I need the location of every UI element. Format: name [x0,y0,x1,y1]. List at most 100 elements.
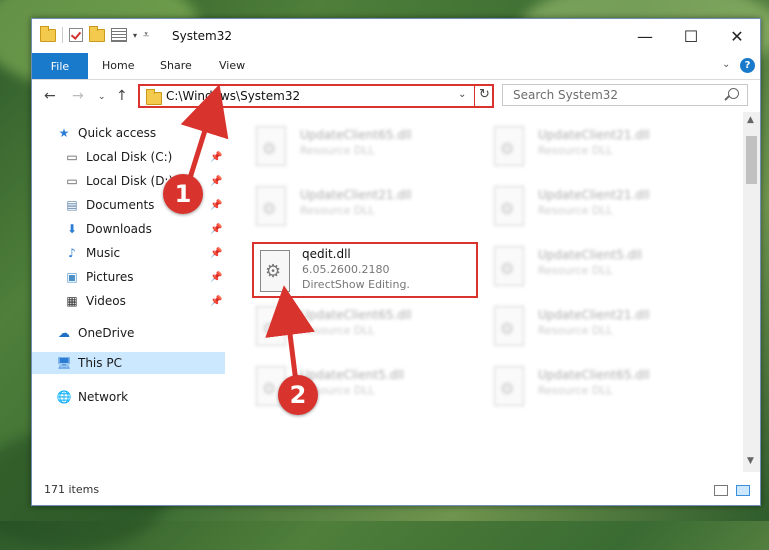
file-item[interactable]: UpdateClient5.dll Resource DLL [466,240,686,292]
chevron-down-icon[interactable]: ▾ [133,31,137,40]
dll-file-icon [494,126,524,166]
sidebar-item-videos[interactable]: ▦ Videos [64,290,126,312]
address-path[interactable]: C:\Windows\System32 [166,89,300,103]
sidebar-item-local-disk-d[interactable]: ▭ Local Disk (D:) [64,170,173,192]
sidebar-item-label: Music [86,246,121,260]
file-type: Resource DLL [538,384,613,397]
step-2-badge: 2 [278,375,318,415]
file-item[interactable]: UpdateClient21.dll Resource DLL [466,120,686,172]
back-arrow-icon[interactable]: ← [44,88,56,104]
pin-icon[interactable]: 📌 [210,200,222,211]
chevron-down-icon[interactable]: ⌄ [458,89,466,100]
scrollbar-thumb[interactable] [746,136,757,184]
pin-icon[interactable]: 📌 [210,296,222,307]
details-view-icon[interactable] [714,485,728,496]
scroll-up-icon[interactable]: ▲ [747,115,754,125]
address-bar[interactable]: C:\Windows\System32 ⌄ ↻ [138,84,494,108]
file-list: UpdateClient65.dll Resource DLL UpdateCl… [228,112,742,472]
new-folder-icon[interactable] [89,25,105,42]
file-item[interactable]: UpdateClient21.dll Resource DLL [228,180,448,232]
dll-file-icon [494,306,524,346]
pin-icon[interactable]: 📌 [210,152,222,163]
step-1-badge: 1 [163,174,203,214]
help-icon[interactable]: ? [740,58,755,73]
file-name: UpdateClient21.dll [538,128,650,142]
explorer-window: ▾ ⩡ System32 — ☐ ✕ File Home Share View … [31,18,761,506]
customize-toolbar-icon[interactable]: ⩡ [143,28,149,42]
file-item[interactable]: UpdateClient65.dll Resource DLL [228,120,448,172]
file-name: UpdateClient21.dll [538,308,650,322]
file-item[interactable]: UpdateClient21.dll Resource DLL [466,180,686,232]
tab-view[interactable]: View [219,59,245,72]
sidebar-item-pictures[interactable]: ▣ Pictures [64,266,134,288]
sidebar-item-label: Documents [86,198,155,212]
computer-icon: 🖥 [56,356,72,370]
file-name: UpdateClient21.dll [538,188,650,202]
minimize-button[interactable]: — [622,19,668,53]
address-divider [474,86,475,106]
drive-icon: ▭ [66,174,78,188]
music-icon: ♪ [68,246,76,260]
properties-check-icon[interactable] [69,28,83,42]
maximize-button[interactable]: ☐ [668,19,714,53]
tab-home[interactable]: Home [102,59,134,72]
sidebar-item-downloads[interactable]: ⬇ Downloads [64,218,152,240]
file-version: 6.05.2600.2180 [302,263,390,276]
sidebar-item-label: Local Disk (C:) [86,150,173,164]
tab-share[interactable]: Share [160,59,192,72]
sidebar-item-network[interactable]: 🌐 Network [56,386,129,408]
file-name: UpdateClient65.dll [300,308,412,322]
search-icon[interactable] [728,88,739,99]
file-name: qedit.dll [302,247,351,261]
sidebar-item-label: OneDrive [78,326,135,340]
up-arrow-icon[interactable]: ↑ [116,88,128,104]
close-button[interactable]: ✕ [714,19,760,53]
sidebar-item-label: Pictures [86,270,134,284]
sidebar-item-label: Quick access [78,126,157,140]
file-name: UpdateClient65.dll [300,128,412,142]
pin-icon[interactable]: 📌 [210,272,222,283]
refresh-icon[interactable]: ↻ [479,87,490,102]
navigation-bar: ← → ⌄ ↑ C:\Windows\System32 ⌄ ↻ Search S… [32,80,760,112]
dll-file-icon [494,186,524,226]
sidebar-item-local-disk-c[interactable]: ▭ Local Disk (C:) [64,146,172,168]
qedit-file-item[interactable]: ⚙ qedit.dll 6.05.2600.2180 DirectShow Ed… [252,242,478,298]
file-item[interactable]: UpdateClient5.dll Resource DLL [228,360,448,412]
forward-arrow-icon[interactable]: → [72,88,84,104]
file-item[interactable]: UpdateClient21.dll Resource DLL [466,300,686,352]
search-input[interactable]: Search System32 [502,84,748,106]
star-icon: ★ [58,126,70,140]
tiles-view-icon[interactable] [736,485,750,496]
pictures-icon: ▣ [66,270,78,284]
dll-file-icon: ⚙ [260,250,290,292]
navigation-pane: ★ Quick access ▭ Local Disk (C:) 📌 ▭ Loc… [32,112,227,472]
properties-icon[interactable] [111,28,127,42]
file-description: DirectShow Editing. [302,278,410,291]
dll-file-icon [494,366,524,406]
folder-icon[interactable] [40,25,56,42]
expand-ribbon-icon[interactable]: ⌄ [722,59,730,70]
tab-file[interactable]: File [32,53,88,79]
pin-icon[interactable]: 📌 [210,176,222,187]
pin-icon[interactable]: 📌 [210,248,222,259]
file-item[interactable]: UpdateClient65.dll Resource DLL [466,360,686,412]
file-item[interactable]: UpdateClient65.dll Resource DLL [228,300,448,352]
toolbar-divider [62,27,63,43]
scroll-down-icon[interactable]: ▼ [747,456,754,466]
sidebar-item-music[interactable]: ♪ Music [64,242,120,264]
file-type: Resource DLL [300,324,375,337]
sidebar-item-this-pc[interactable]: 🖥 This PC [56,352,122,374]
sidebar-item-label: Network [78,390,129,404]
sidebar-item-documents[interactable]: ▤ Documents [64,194,154,216]
file-name: UpdateClient5.dll [300,368,404,382]
sidebar-item-quick-access[interactable]: ★ Quick access [56,122,157,144]
quick-access-toolbar: ▾ ⩡ [40,25,149,43]
file-type: Resource DLL [300,204,375,217]
vertical-scrollbar[interactable]: ▲ ▼ [743,112,760,472]
sidebar-item-onedrive[interactable]: ☁ OneDrive [56,322,134,344]
recent-locations-icon[interactable]: ⌄ [98,92,106,102]
gear-icon: ⚙ [265,261,282,282]
file-type: Resource DLL [538,264,613,277]
pin-icon[interactable]: 📌 [210,224,222,235]
file-name: UpdateClient21.dll [300,188,412,202]
